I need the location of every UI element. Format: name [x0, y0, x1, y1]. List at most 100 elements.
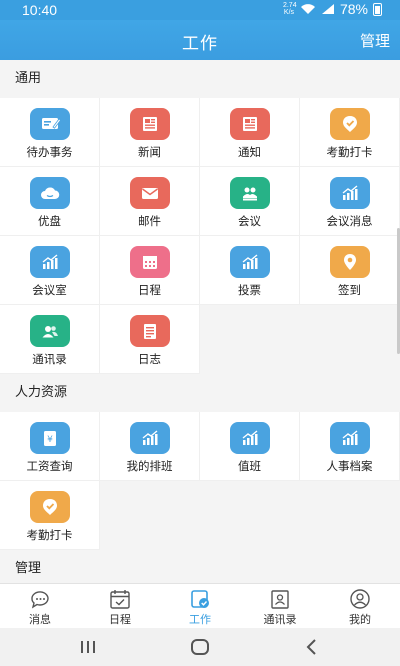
app-tile[interactable]: ¥ 工资查询: [0, 412, 100, 481]
work-icon: [189, 589, 211, 609]
nav-tab[interactable]: 我的: [320, 584, 400, 628]
nav-tab-label: 通讯录: [263, 613, 297, 626]
app-tile[interactable]: 邮件: [100, 167, 200, 236]
chart-icon: [30, 246, 70, 278]
app-tile[interactable]: 我的排班: [100, 412, 200, 481]
system-nav-bar: [0, 628, 400, 666]
app-tile[interactable]: 日志: [100, 305, 200, 374]
nav-tab[interactable]: 日程: [80, 584, 160, 628]
app-tile[interactable]: 新闻: [100, 98, 200, 167]
work-content[interactable]: 通用 待办事务 新闻 通知 考勤打卡 优盘 邮件 会议 会议消息 会议室 日程 投票 签到 通讯录 日志 人力…: [0, 60, 400, 583]
nav-tab[interactable]: 消息: [0, 584, 80, 628]
chart-icon: [130, 422, 170, 454]
chart-icon: [230, 246, 270, 278]
nav-tab[interactable]: 通讯录: [240, 584, 320, 628]
manage-button[interactable]: 管理: [360, 30, 390, 51]
calendar-icon: [130, 246, 170, 278]
chart-icon: [330, 177, 370, 209]
app-header: 工作 管理: [0, 20, 400, 60]
battery-icon: [373, 2, 382, 16]
app-tile[interactable]: 通讯录: [0, 305, 100, 374]
nav-tab[interactable]: 工作: [160, 584, 240, 628]
page-title: 工作: [182, 34, 218, 54]
todo-icon: [30, 108, 70, 140]
status-time: 10:40: [22, 2, 58, 18]
app-tile[interactable]: 人事档案: [300, 412, 400, 481]
app-tile[interactable]: 通知: [200, 98, 300, 167]
nav-tab-label: 工作: [189, 613, 211, 626]
log-icon: [130, 315, 170, 347]
cloud-icon: [30, 177, 70, 209]
app-tile-label: 签到: [338, 283, 361, 297]
check-in-icon: [30, 491, 70, 523]
signal-icon: [321, 4, 334, 14]
app-tile[interactable]: 考勤打卡: [0, 481, 100, 550]
battery-percent: 78%: [339, 1, 368, 17]
app-tile-label: 通讯录: [32, 352, 67, 366]
section-title: 管理: [0, 550, 400, 583]
app-tile[interactable]: 日程: [100, 236, 200, 305]
check-in-icon: [330, 108, 370, 140]
recent-apps-icon[interactable]: [76, 636, 100, 658]
app-tile-label: 工资查询: [26, 459, 73, 473]
app-tile[interactable]: 会议: [200, 167, 300, 236]
app-tile-label: 日志: [138, 352, 161, 366]
nav-tab-label: 我的: [349, 613, 371, 626]
calendar-icon: [109, 589, 131, 609]
newspaper-icon: [130, 108, 170, 140]
section-grid: 待办事务 新闻 通知 考勤打卡优盘 邮件 会议 会议消息会议室 日程 投票 签到通讯录 日志: [0, 98, 400, 374]
app-tile[interactable]: 优盘: [0, 167, 100, 236]
svg-text:¥: ¥: [47, 435, 53, 445]
app-tile[interactable]: 投票: [200, 236, 300, 305]
app-tile-label: 考勤打卡: [26, 528, 73, 542]
notice-icon: [230, 108, 270, 140]
wifi-icon: [300, 4, 315, 14]
home-icon[interactable]: [188, 636, 212, 658]
app-tile-label: 待办事务: [26, 145, 73, 159]
meeting-icon: [230, 177, 270, 209]
app-tile-label: 优盘: [38, 214, 61, 228]
empty-cell: [200, 481, 300, 550]
status-right: 2.74 K/s 78%: [283, 1, 382, 17]
app-tile[interactable]: 签到: [300, 236, 400, 305]
nav-tab-label: 日程: [109, 613, 131, 626]
section-grid: ¥ 工资查询 我的排班 值班 人事档案考勤打卡: [0, 412, 400, 550]
app-tile[interactable]: 会议室: [0, 236, 100, 305]
location-icon: [330, 246, 370, 278]
app-tile[interactable]: 值班: [200, 412, 300, 481]
salary-icon: ¥: [30, 422, 70, 454]
net-speed: 2.74 K/s: [282, 2, 297, 16]
app-tile[interactable]: 会议消息: [300, 167, 400, 236]
app-tile-label: 邮件: [138, 214, 161, 228]
section-title: 人力资源: [0, 374, 400, 412]
app-tile-label: 考勤打卡: [326, 145, 373, 159]
profile-icon: [349, 589, 371, 609]
app-tile-label: 会议消息: [326, 214, 373, 228]
app-tile-label: 我的排班: [126, 459, 173, 473]
app-tile[interactable]: 待办事务: [0, 98, 100, 167]
empty-cell: [100, 481, 200, 550]
bottom-navigation: 消息 日程 工作 通讯录 我的: [0, 583, 400, 628]
contacts-book-icon: [269, 589, 291, 609]
chart-icon: [230, 422, 270, 454]
app-tile-label: 值班: [238, 459, 261, 473]
app-tile-label: 新闻: [138, 145, 161, 159]
app-tile-label: 日程: [138, 283, 161, 297]
message-icon: [29, 589, 51, 609]
back-icon[interactable]: [300, 636, 324, 658]
empty-cell: [300, 305, 400, 374]
section-title: 通用: [0, 60, 400, 98]
empty-cell: [300, 481, 400, 550]
app-tile-label: 人事档案: [326, 459, 373, 473]
app-tile-label: 通知: [238, 145, 261, 159]
app-tile[interactable]: 考勤打卡: [300, 98, 400, 167]
status-bar: 10:40 2.74 K/s 78%: [0, 0, 400, 20]
chart-icon: [330, 422, 370, 454]
app-tile-label: 会议: [238, 214, 261, 228]
empty-cell: [200, 305, 300, 374]
app-tile-label: 投票: [238, 283, 261, 297]
app-tile-label: 会议室: [32, 283, 67, 297]
nav-tab-label: 消息: [29, 613, 51, 626]
mail-icon: [130, 177, 170, 209]
contacts-icon: [30, 315, 70, 347]
